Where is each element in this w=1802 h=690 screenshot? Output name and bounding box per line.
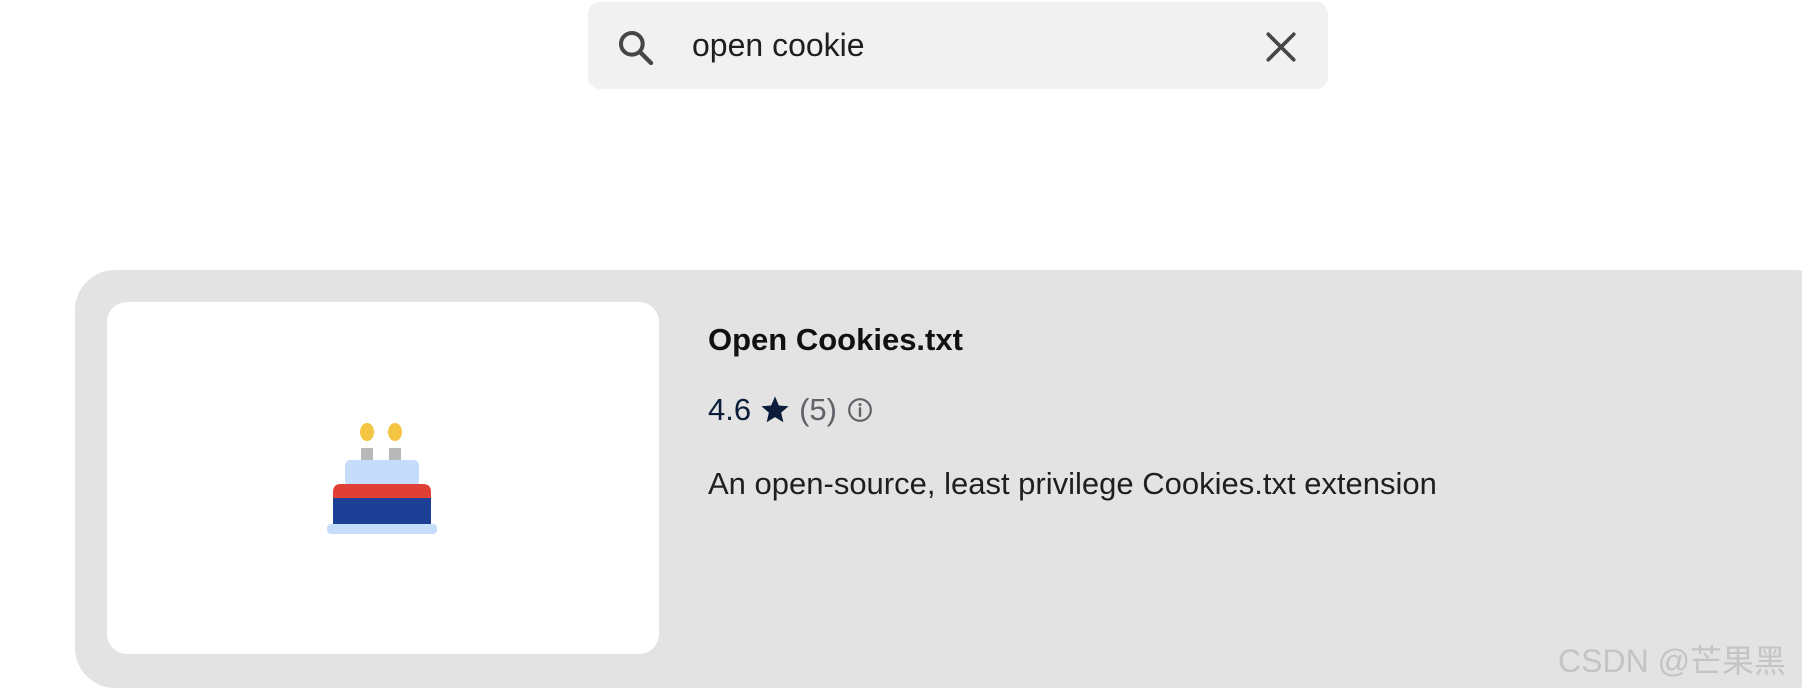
rating-count: (5) [799, 392, 837, 427]
extension-thumbnail[interactable] [107, 302, 659, 654]
rating-value: 4.6 [708, 392, 752, 427]
search-input[interactable] [692, 20, 1252, 70]
info-icon[interactable] [847, 397, 873, 423]
birthday-cake-icon [327, 423, 437, 534]
rating-row: 4.6 (5) [708, 390, 873, 430]
search-icon[interactable] [616, 28, 656, 68]
watermark: CSDN @芒果黑 [1558, 643, 1787, 679]
search-bar[interactable] [588, 2, 1328, 89]
extension-description: An open-source, least privilege Cookies.… [708, 466, 1437, 501]
extension-result-card[interactable]: Open Cookies.txt 4.6 (5) An open-source,… [75, 270, 1802, 688]
close-icon[interactable] [1264, 30, 1298, 64]
page: Open Cookies.txt 4.6 (5) An open-source,… [0, 0, 1802, 690]
extension-title[interactable]: Open Cookies.txt [708, 322, 963, 358]
star-icon [761, 396, 789, 423]
